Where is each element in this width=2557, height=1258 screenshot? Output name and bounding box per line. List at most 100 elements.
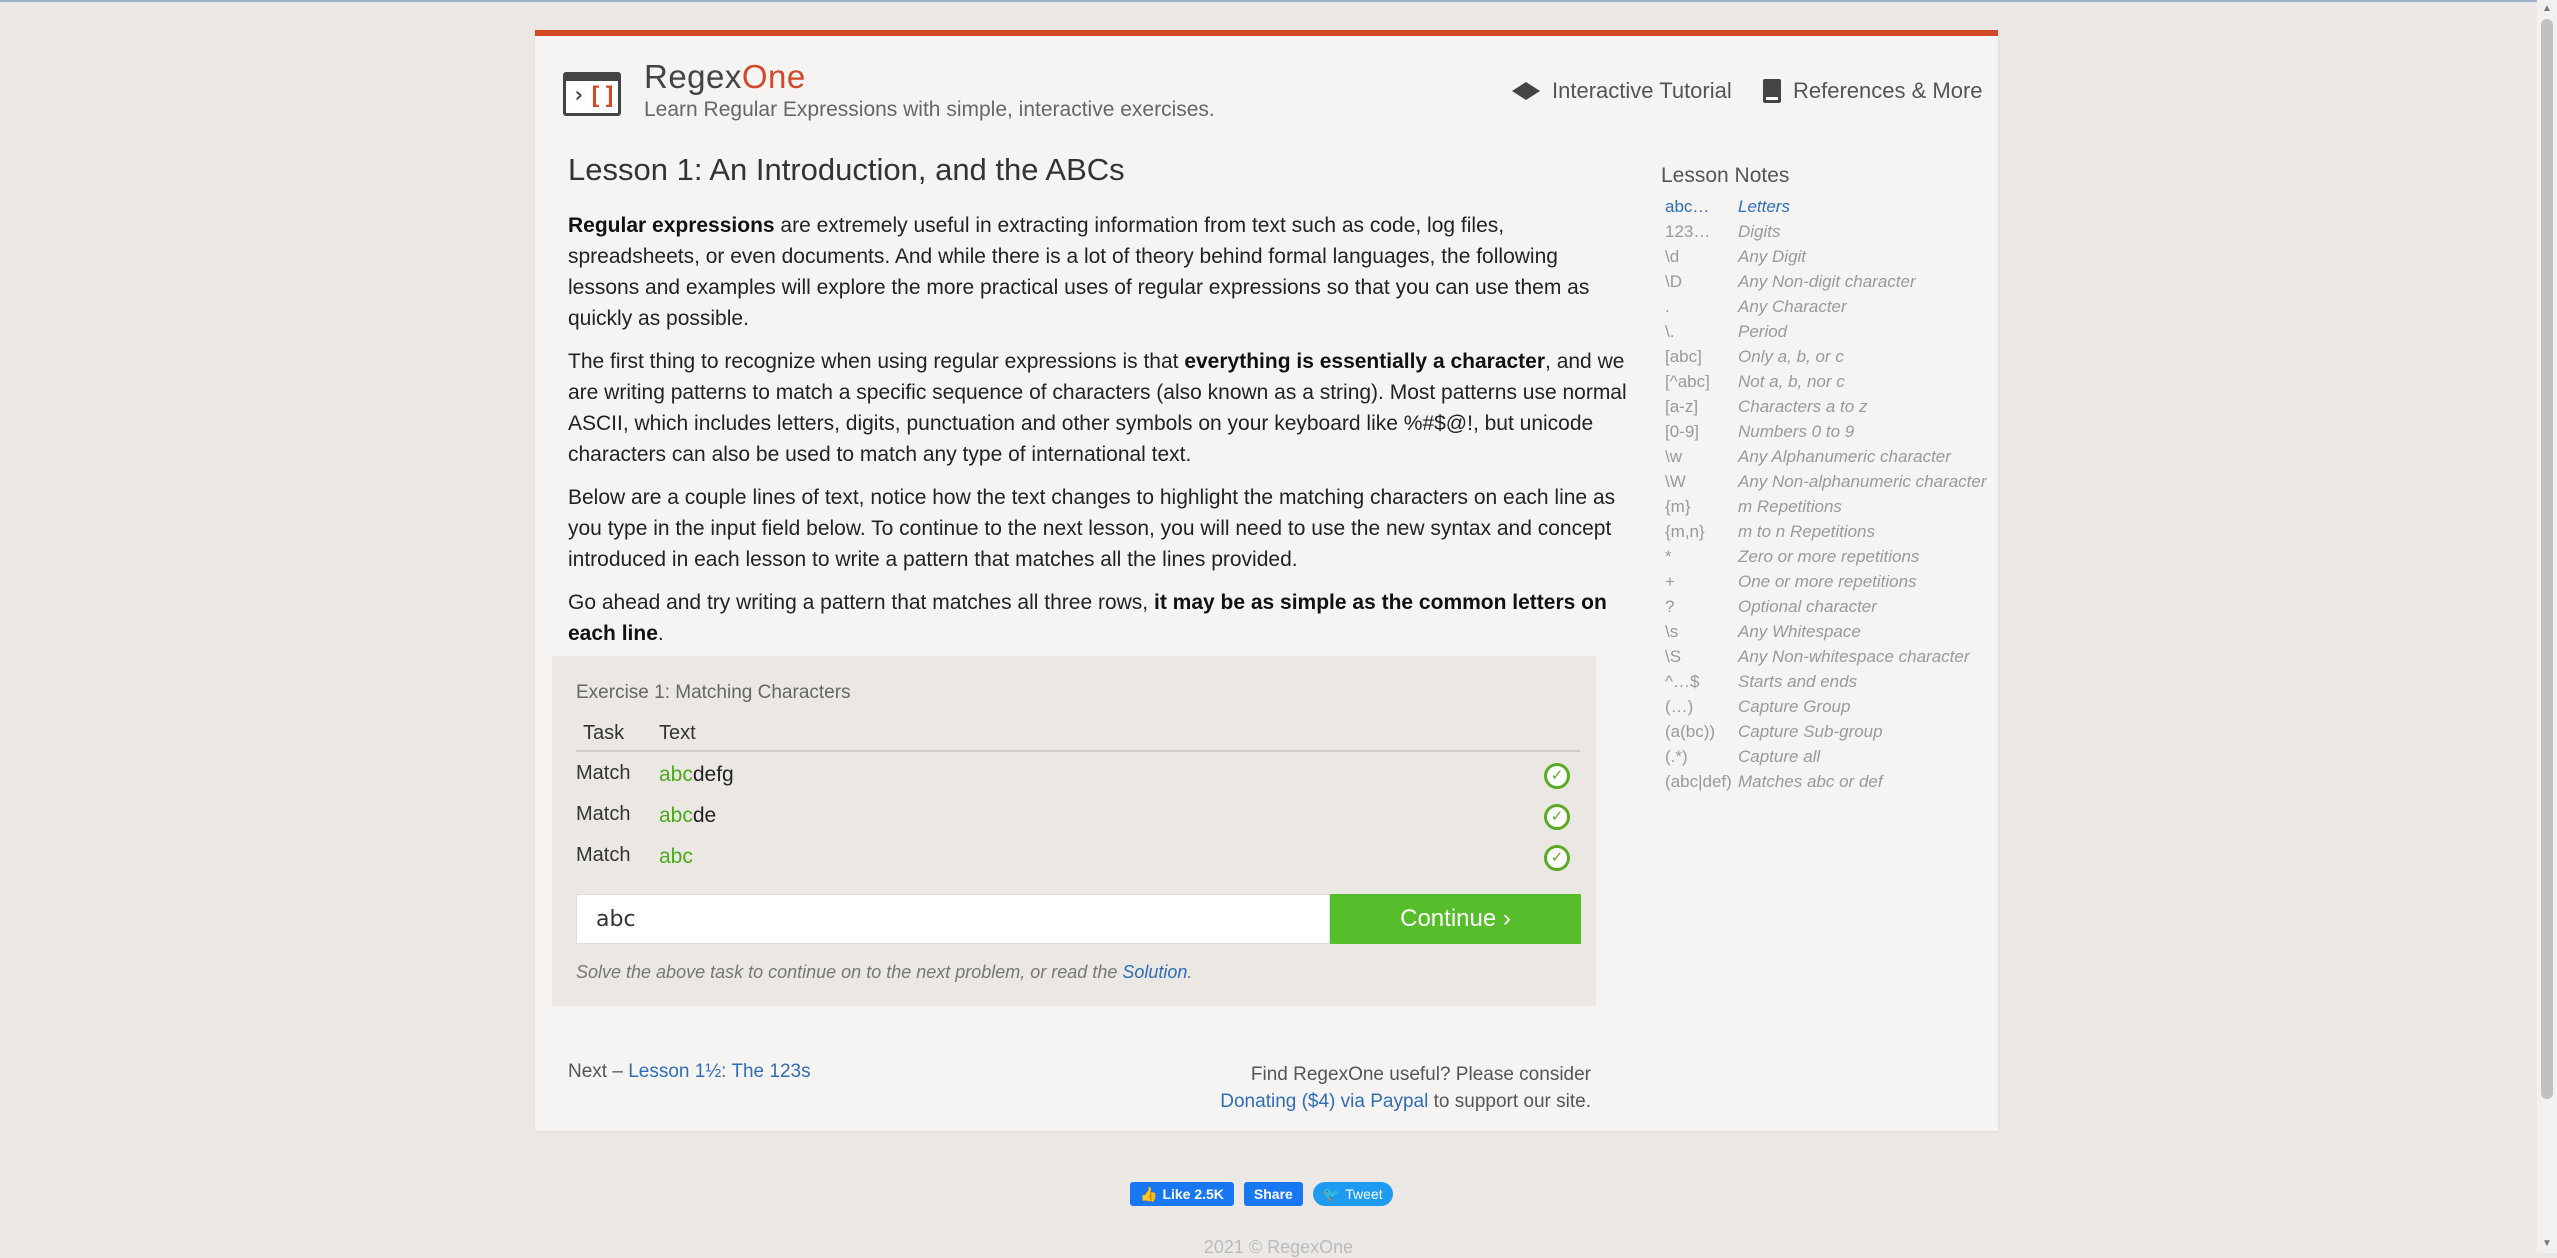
note-pattern: \D: [1665, 272, 1682, 291]
note-description: Any Whitespace: [1738, 622, 1861, 641]
exercise-table-header: Task Text: [576, 716, 1580, 752]
row-task: Match: [576, 762, 631, 784]
main-card: › [] RegexOne Learn Regular Expressions …: [535, 30, 1998, 1131]
lesson-note-item[interactable]: (…) Capture Group: [1661, 694, 2001, 719]
lesson-note-item[interactable]: {m} m Repetitions: [1661, 494, 2001, 519]
scroll-down-arrow-icon[interactable]: ▼: [2537, 1235, 2557, 1253]
note-pattern: +: [1665, 572, 1675, 591]
lesson-note-item[interactable]: (abc|def) Matches abc or def: [1661, 769, 2001, 794]
note-pattern: (abc|def): [1665, 772, 1732, 791]
nav-tutorial-label: Interactive Tutorial: [1552, 78, 1732, 103]
nav-interactive-tutorial[interactable]: Interactive Tutorial: [1512, 78, 1732, 104]
check-icon: ✓: [1544, 804, 1570, 830]
regex-answer-input[interactable]: [576, 894, 1330, 944]
scrollbar-thumb[interactable]: [2541, 19, 2553, 1099]
scroll-up-arrow-icon[interactable]: ▲: [2537, 0, 2557, 18]
lesson-note-item[interactable]: (a(bc)) Capture Sub-group: [1661, 719, 2001, 744]
lesson-note-item[interactable]: ^…$ Starts and ends: [1661, 669, 2001, 694]
lesson-note-item[interactable]: {m,n} m to n Repetitions: [1661, 519, 2001, 544]
lesson-note-item[interactable]: * Zero or more repetitions: [1661, 544, 2001, 569]
lesson-note-item[interactable]: . Any Character: [1661, 294, 2001, 319]
exercise-hint: Solve the above task to continue on to t…: [576, 962, 1193, 982]
note-pattern: \S: [1665, 647, 1682, 666]
note-pattern: ^…$: [1665, 672, 1700, 691]
brand-name[interactable]: RegexOne: [644, 58, 806, 96]
scrollbar[interactable]: ▲ ▼: [2537, 0, 2557, 1253]
lesson-note-item[interactable]: \S Any Non-whitespace character: [1661, 644, 2001, 669]
exercise-title: Exercise 1: Matching Characters: [576, 682, 851, 703]
check-icon: ✓: [1544, 763, 1570, 789]
next-lesson-link[interactable]: Lesson 1½: The 123s: [628, 1061, 810, 1082]
note-description: One or more repetitions: [1738, 572, 1917, 591]
note-description: Any Non-alphanumeric character: [1738, 472, 1987, 491]
lesson-note-item[interactable]: \w Any Alphanumeric character: [1661, 444, 2001, 469]
note-description: Digits: [1738, 222, 1781, 241]
note-pattern: ?: [1665, 597, 1675, 616]
exercise-row: Match abcdefg ✓: [576, 756, 1580, 796]
donate-link[interactable]: Donating ($4) via Paypal: [1220, 1091, 1428, 1112]
column-text: Text: [659, 722, 696, 744]
lesson-note-item[interactable]: [^abc] Not a, b, nor c: [1661, 369, 2001, 394]
note-description: Any Character: [1738, 297, 1847, 316]
note-description: Optional character: [1738, 597, 1877, 616]
note-pattern: \w: [1665, 447, 1682, 466]
lesson-note-item[interactable]: + One or more repetitions: [1661, 569, 2001, 594]
note-description: Numbers 0 to 9: [1738, 422, 1855, 441]
note-pattern: [^abc]: [1665, 372, 1710, 391]
lesson-note-item[interactable]: \D Any Non-digit character: [1661, 269, 2001, 294]
solution-link[interactable]: Solution: [1122, 962, 1187, 982]
lesson-note-item[interactable]: (.*) Capture all: [1661, 744, 2001, 769]
note-description: Starts and ends: [1738, 672, 1858, 691]
note-pattern: \W: [1665, 472, 1686, 491]
nav-references[interactable]: References & More: [1763, 78, 1983, 104]
tweet-button[interactable]: 🐦 Tweet: [1312, 1182, 1393, 1206]
row-task: Match: [576, 844, 631, 866]
lesson-note-item[interactable]: \. Period: [1661, 319, 2001, 344]
note-description: Matches abc or def: [1738, 772, 1883, 791]
column-task: Task: [583, 722, 625, 744]
lesson-note-item[interactable]: ? Optional character: [1661, 594, 2001, 619]
donate-note: Find RegexOne useful? Please consider Do…: [1220, 1064, 1591, 1112]
note-pattern: \s: [1665, 622, 1679, 641]
facebook-like-button[interactable]: 👍 Like 2.5K: [1130, 1182, 1234, 1206]
note-description: Period: [1738, 322, 1788, 341]
note-description: Letters: [1738, 197, 1790, 216]
note-pattern: [a-z]: [1665, 397, 1699, 416]
note-pattern: (…): [1665, 697, 1694, 716]
exercise-row: Match abc ✓: [576, 838, 1580, 878]
note-pattern: \d: [1665, 247, 1680, 266]
note-pattern: [0-9]: [1665, 422, 1700, 441]
window-top-border: [0, 0, 2557, 2]
lesson-content: Regular expressions are extremely useful…: [568, 210, 1628, 661]
lesson-note-item[interactable]: [0-9] Numbers 0 to 9: [1661, 419, 2001, 444]
footer-copyright: 2021 © RegexOne: [1203, 1237, 1354, 1257]
lesson-paragraph-1: Regular expressions are extremely useful…: [568, 214, 1590, 330]
social-buttons: 👍 Like 2.5K Share 🐦 Tweet: [1130, 1182, 1393, 1206]
note-pattern: (a(bc)): [1665, 722, 1716, 741]
note-description: Capture all: [1738, 747, 1821, 766]
note-description: Any Non-digit character: [1738, 272, 1916, 291]
note-description: Not a, b, nor c: [1738, 372, 1845, 391]
lesson-note-item[interactable]: 123… Digits: [1661, 219, 2001, 244]
graduation-cap-icon: [1512, 80, 1540, 102]
lesson-note-item[interactable]: [abc] Only a, b, or c: [1661, 344, 2001, 369]
note-pattern: \.: [1665, 322, 1675, 341]
row-text: abcdefg: [659, 763, 734, 786]
note-description: Capture Group: [1738, 697, 1851, 716]
lesson-note-item[interactable]: \W Any Non-alphanumeric character: [1661, 469, 2001, 494]
lesson-note-item[interactable]: \s Any Whitespace: [1661, 619, 2001, 644]
lesson-note-item[interactable]: [a-z] Characters a to z: [1661, 394, 2001, 419]
facebook-share-button[interactable]: Share: [1243, 1182, 1303, 1206]
regexone-logo-icon[interactable]: › []: [563, 72, 621, 116]
lesson-notes-title: Lesson Notes: [1661, 164, 1790, 187]
note-description: Zero or more repetitions: [1738, 547, 1920, 566]
tagline: Learn Regular Expressions with simple, i…: [644, 98, 1215, 121]
check-icon: ✓: [1544, 845, 1570, 871]
lesson-paragraph-3: Below are a couple lines of text, notice…: [568, 486, 1616, 571]
lesson-note-item[interactable]: \d Any Digit: [1661, 244, 2001, 269]
note-description: Any Alphanumeric character: [1738, 447, 1951, 466]
note-description: Only a, b, or c: [1738, 347, 1844, 366]
lesson-notes: Lesson Notes abc… Letters 123… Digits \d Any …: [1661, 164, 2001, 794]
continue-button[interactable]: Continue ›: [1330, 894, 1581, 944]
lesson-note-item[interactable]: abc… Letters: [1661, 194, 2001, 219]
